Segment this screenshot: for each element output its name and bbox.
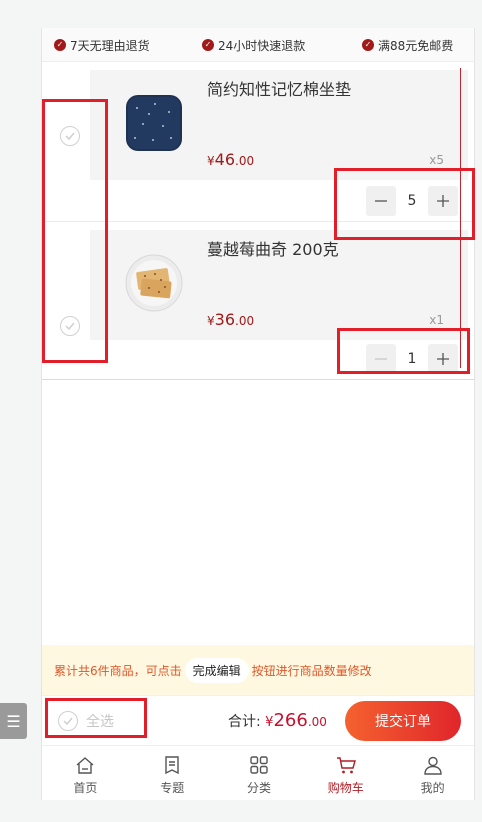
topic-icon — [165, 756, 179, 775]
item-name: 蔓越莓曲奇 200克 — [207, 240, 339, 259]
highlight-select-all — [45, 698, 147, 738]
item-price: ¥36.00 — [207, 310, 255, 329]
profile-icon — [423, 756, 442, 775]
bottom-tab-bar: 首页 专题 分类 购物车 我的 — [42, 745, 474, 800]
category-icon — [250, 756, 268, 774]
tab-profile[interactable]: 我的 — [389, 746, 474, 800]
check-badge-icon: ✓ — [54, 39, 66, 51]
highlight-stepper-2 — [337, 328, 470, 374]
cart-icon — [336, 757, 356, 774]
item-price: ¥46.00 — [207, 150, 255, 169]
perk-refund: ✓ 24小时快速退款 — [202, 36, 305, 54]
highlight-stepper-1 — [334, 168, 475, 240]
check-badge-icon: ✓ — [202, 39, 214, 51]
tab-topics[interactable]: 专题 — [129, 746, 216, 800]
side-menu-button[interactable]: ☰ — [0, 703, 27, 739]
tab-category[interactable]: 分类 — [216, 746, 303, 800]
item-name: 简约知性记忆棉坐垫 — [207, 80, 352, 99]
submit-order-button[interactable]: 提交订单 — [345, 701, 461, 741]
item-quantity-label: x1 — [429, 313, 444, 327]
cookie-image — [125, 254, 183, 312]
highlight-item-checkboxes — [42, 99, 108, 363]
check-badge-icon: ✓ — [362, 39, 374, 51]
cart-total: 合计: ¥266.00 — [228, 710, 327, 731]
item-quantity-label: x5 — [429, 153, 444, 167]
edit-hint-banner: 累计共6件商品，可点击 完成编辑 按钮进行商品数量修改 — [42, 645, 474, 695]
perk-shipping: ✓ 满88元免邮费 — [362, 36, 453, 54]
item-card[interactable]: 蔓越莓曲奇 200克 ¥36.00 x1 — [90, 230, 468, 340]
screen: ✓ 7天无理由退货 ✓ 24小时快速退款 ✓ 满88元免邮费 简约知性记忆棉坐垫… — [0, 0, 482, 822]
finish-edit-button[interactable]: 完成编辑 — [184, 657, 249, 683]
cushion-image — [125, 94, 183, 152]
perk-return: ✓ 7天无理由退货 — [54, 36, 150, 54]
tab-cart[interactable]: 购物车 — [302, 746, 389, 800]
tab-home[interactable]: 首页 — [42, 746, 129, 800]
home-icon — [76, 757, 94, 774]
item-card[interactable]: 简约知性记忆棉坐垫 ¥46.00 x5 — [90, 70, 468, 180]
perks-bar: ✓ 7天无理由退货 ✓ 24小时快速退款 ✓ 满88元免邮费 — [42, 28, 474, 62]
